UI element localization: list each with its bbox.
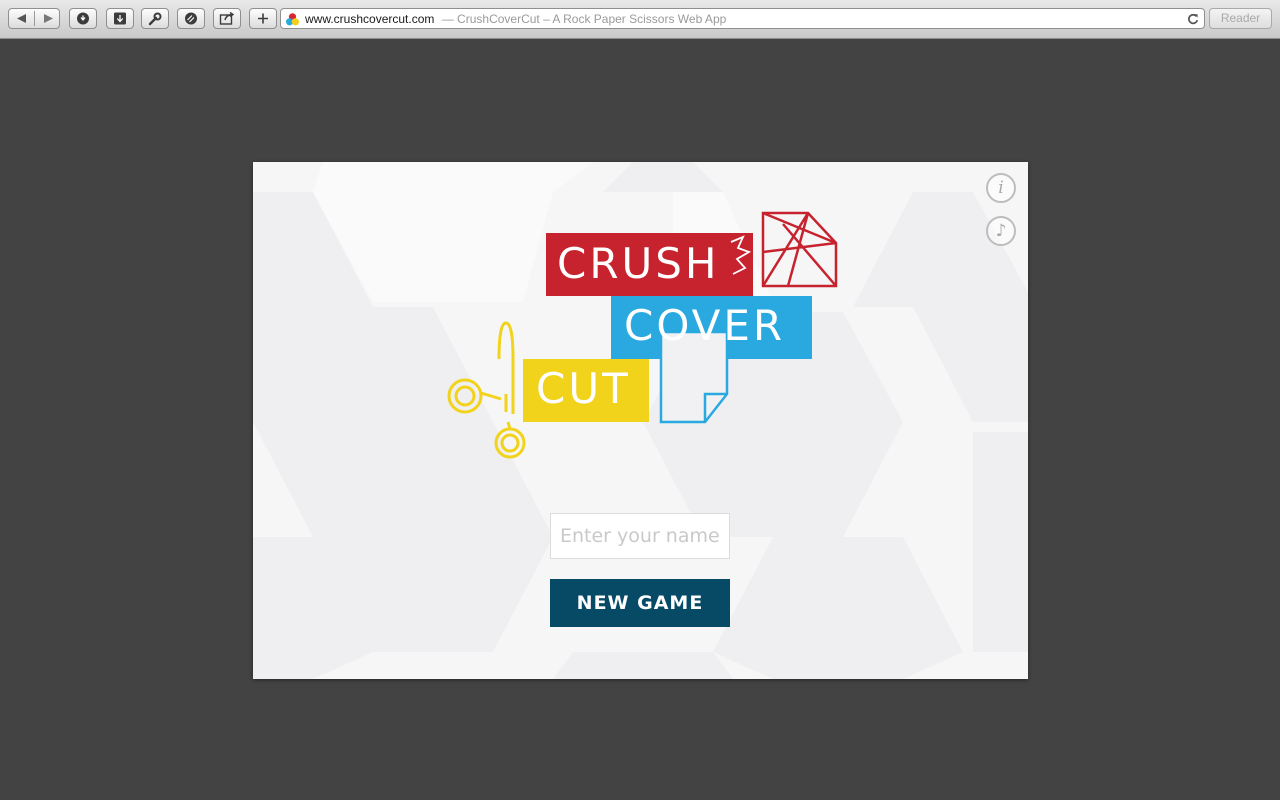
logo-cut-text: CUT <box>536 364 631 413</box>
url-row: www.crushcovercut.com — CrushCoverCut – … <box>305 11 726 27</box>
bookmark-icon <box>185 12 197 25</box>
reader-button[interactable]: Reader <box>1209 8 1272 29</box>
address-bar[interactable]: www.crushcovercut.com — CrushCoverCut – … <box>280 8 1205 29</box>
wrench-icon <box>148 12 162 26</box>
forward-arrow-icon[interactable] <box>35 9 60 28</box>
music-note-icon: ♪ <box>995 221 1007 241</box>
new-game-button[interactable]: NEW GAME <box>550 579 730 627</box>
back-forward-group <box>8 8 60 29</box>
bookmarks-button[interactable] <box>177 8 205 29</box>
browser-toolbar: www.crushcovercut.com — CrushCoverCut – … <box>0 0 1280 39</box>
plus-icon <box>258 13 268 24</box>
download-icon <box>114 12 126 25</box>
page-title: — CrushCoverCut – A Rock Paper Scissors … <box>441 12 727 26</box>
history-icon <box>77 12 89 25</box>
info-button[interactable]: i <box>986 173 1016 203</box>
logo-crush-text: CRUSH <box>557 239 720 288</box>
favicon-icon <box>285 12 300 32</box>
new-tab-button[interactable] <box>249 8 277 29</box>
share-icon <box>219 11 235 25</box>
info-icon: i <box>998 178 1004 198</box>
back-arrow-icon[interactable] <box>9 9 34 28</box>
logo-cover-text: COVER <box>624 301 786 350</box>
game-panel: CRUSH COVER CUT i ♪ NEW GAME <box>253 162 1028 679</box>
history-button[interactable] <box>69 8 97 29</box>
diamond-icon <box>761 211 838 288</box>
downloads-button[interactable] <box>106 8 134 29</box>
name-input[interactable] <box>550 513 730 559</box>
reload-icon[interactable] <box>1186 12 1200 31</box>
tools-button[interactable] <box>141 8 169 29</box>
scissors-icon <box>447 321 526 459</box>
share-button[interactable] <box>213 8 241 29</box>
music-toggle-button[interactable]: ♪ <box>986 216 1016 246</box>
url-text: www.crushcovercut.com <box>305 12 435 26</box>
